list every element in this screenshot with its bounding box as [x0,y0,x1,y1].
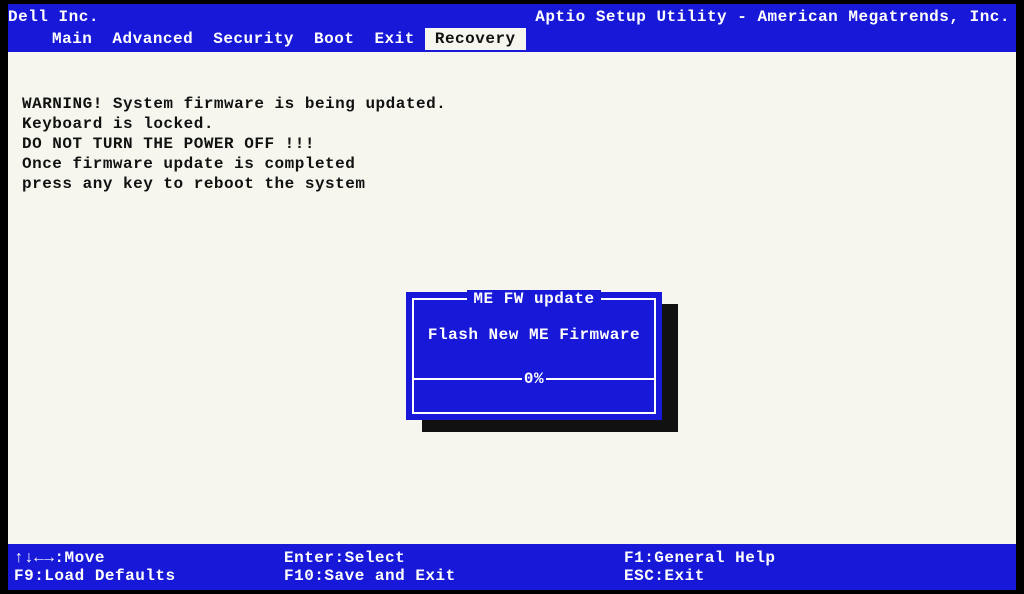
tab-recovery[interactable]: Recovery [425,28,526,50]
footer-row-2: F9:Load Defaults F10:Save and Exit ESC:E… [14,567,1016,585]
tab-boot[interactable]: Boot [304,28,364,50]
dialog-frame: ME FW update Flash New ME Firmware 0% [412,298,656,414]
warning-text: WARNING! System firmware is being update… [22,94,1002,194]
footer-help-bar: ↑↓←→:Move Enter:Select F1:General Help F… [8,544,1016,590]
help-select: Enter:Select [284,549,624,567]
help-move: ↑↓←→:Move [14,549,284,567]
vendor-label: Dell Inc. [8,8,99,26]
tab-security[interactable]: Security [203,28,304,50]
help-load-defaults: F9:Load Defaults [14,567,284,585]
content-panel: WARNING! System firmware is being update… [8,52,1016,544]
me-fw-update-dialog: ME FW update Flash New ME Firmware 0% [406,292,662,420]
dialog-title-row: ME FW update [414,290,654,308]
dialog-title: ME FW update [467,290,600,308]
footer-row-1: ↑↓←→:Move Enter:Select F1:General Help [14,549,1016,567]
help-save-exit: F10:Save and Exit [284,567,624,585]
help-general: F1:General Help [624,549,1016,567]
progress-line-left [414,378,522,380]
help-esc-exit: ESC:Exit [624,567,1016,585]
tab-main[interactable]: Main [42,28,102,50]
bios-screen: Dell Inc. Aptio Setup Utility - American… [8,4,1016,590]
progress-percent: 0% [522,370,546,388]
progress-bar: 0% [414,370,654,388]
menu-tabs: Main Advanced Security Boot Exit Recover… [42,28,526,50]
setup-utility-title: Aptio Setup Utility - American Megatrend… [535,8,1010,26]
header-bar: Dell Inc. Aptio Setup Utility - American… [8,4,1016,52]
progress-line-right [546,378,654,380]
tab-exit[interactable]: Exit [364,28,424,50]
tab-advanced[interactable]: Advanced [102,28,203,50]
